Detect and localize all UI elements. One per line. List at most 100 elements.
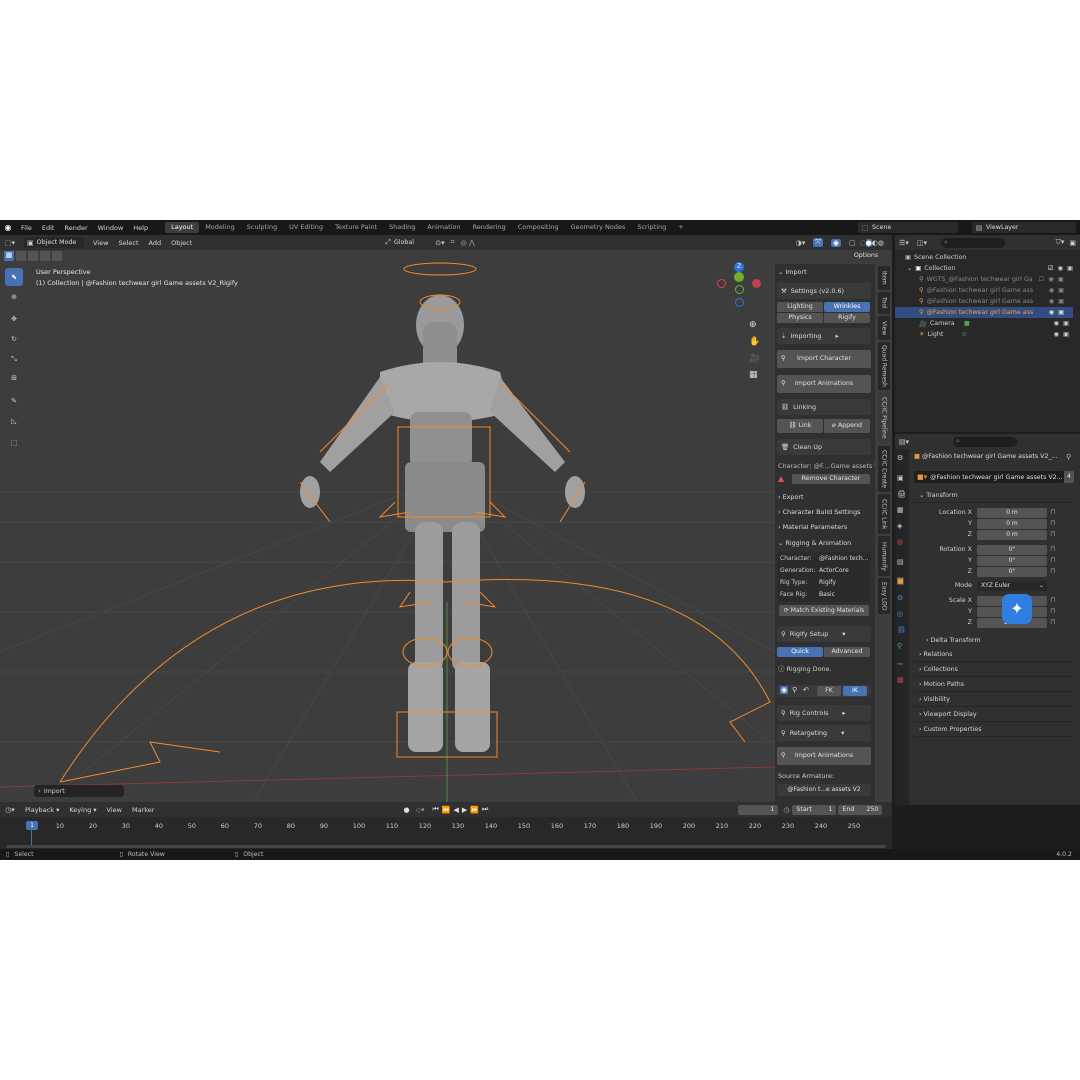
physics-props-icon[interactable]: ◎ bbox=[897, 610, 903, 618]
orientation-dropdown[interactable]: ⤢ Global bbox=[385, 237, 429, 248]
xray-icon[interactable]: ▢ bbox=[849, 239, 856, 247]
view-layer-selector[interactable]: ▤ ViewLayer bbox=[972, 222, 1076, 233]
view-layer-props-icon[interactable]: ▦ bbox=[897, 506, 904, 514]
shading-wireframe-icon[interactable]: ◌ bbox=[860, 239, 866, 247]
vtab-view[interactable]: View bbox=[878, 316, 890, 340]
gizmo-y-pos-axis[interactable] bbox=[734, 272, 744, 282]
user-count-badge[interactable]: 4 bbox=[1064, 471, 1074, 483]
relations-panel-header[interactable]: › Relations bbox=[913, 648, 1075, 662]
tab-wrinkles[interactable]: Wrinkles bbox=[824, 302, 870, 312]
location-y-field[interactable]: 0 m bbox=[977, 519, 1047, 529]
camera-view-icon[interactable]: 🎥 bbox=[749, 354, 760, 364]
advanced-tab[interactable]: Advanced bbox=[824, 647, 870, 657]
lock-icon[interactable]: ⊓ bbox=[1050, 596, 1055, 604]
outliner-search[interactable]: ⌕ bbox=[941, 237, 1005, 248]
gizmo-x-neg-axis[interactable] bbox=[752, 279, 761, 288]
gizmo-y-axis[interactable] bbox=[735, 285, 744, 294]
camera-restrict-icon[interactable]: ▣ bbox=[1058, 309, 1064, 316]
render-props-icon[interactable]: ▣ bbox=[897, 474, 904, 482]
rigify-setup-row[interactable]: ⚲ Rigify Setup ▾ bbox=[777, 626, 871, 642]
camera-restrict-icon[interactable]: ▣ bbox=[1063, 320, 1069, 327]
ortho-toggle-icon[interactable]: ▦ bbox=[749, 370, 758, 380]
rotation-x-field[interactable]: 0° bbox=[977, 545, 1047, 555]
lock-icon[interactable]: ⊓ bbox=[1050, 530, 1055, 538]
timeline-menu-keying[interactable]: Keying ▾ bbox=[64, 806, 101, 814]
jump-end-icon[interactable]: ⏭ bbox=[482, 805, 488, 814]
rotation-mode-dropdown[interactable]: XYZ Euler ⌄ bbox=[977, 581, 1047, 591]
outliner-item[interactable]: ☀ Light ⊙ ◉ ▣ bbox=[895, 329, 1073, 340]
lock-icon[interactable]: ⊓ bbox=[1050, 567, 1055, 575]
viewport-menu-add[interactable]: Add bbox=[144, 239, 167, 247]
retargeting-row[interactable]: ⚲ Retargeting ▾ bbox=[777, 725, 871, 741]
tab-geometry-nodes[interactable]: Geometry Nodes bbox=[565, 222, 632, 233]
filter-icon[interactable]: ⛉▾ bbox=[1056, 238, 1065, 247]
properties-search[interactable]: ⌕ bbox=[953, 436, 1017, 447]
blender-logo-icon[interactable]: ◉ bbox=[0, 223, 16, 232]
timeline-ruler[interactable]: 1 10 20 30 40 50 60 70 80 90 100 110 120 130 140 150 16… bbox=[0, 817, 892, 850]
outliner-item[interactable]: ⚲ WGTS_@Fashion techwear girl Ga ☐ ◉ ▣ bbox=[895, 274, 1073, 285]
clean-up-row[interactable]: 🗑 Clean Up bbox=[777, 439, 871, 455]
camera-restrict-icon[interactable]: ▣ bbox=[1063, 331, 1069, 338]
checkbox-icon[interactable]: ☑ bbox=[1048, 265, 1054, 272]
add-workspace-button[interactable]: + bbox=[672, 222, 689, 233]
match-materials-button[interactable]: ⟳ Match Existing Materials bbox=[779, 605, 869, 616]
prev-keyframe-icon[interactable]: ⏪ bbox=[442, 806, 451, 814]
collection-props-icon[interactable]: ▤ bbox=[897, 558, 904, 566]
vtab-cc-ic-pipeline[interactable]: CC/iC Pipeline bbox=[878, 392, 890, 444]
select-extend-icon[interactable] bbox=[16, 251, 26, 261]
select-invert-icon[interactable] bbox=[40, 251, 50, 261]
visibility-icon[interactable]: ◑▾ bbox=[796, 239, 806, 247]
collections-panel-header[interactable]: › Collections bbox=[913, 663, 1075, 677]
vtab-humanify[interactable]: Humanify bbox=[878, 536, 890, 576]
timeline-menu-marker[interactable]: Marker bbox=[127, 806, 159, 814]
cursor-tool-icon[interactable]: ⊕ bbox=[5, 288, 23, 306]
export-section-header[interactable]: › Export bbox=[778, 493, 804, 501]
outliner-item-selected[interactable]: ⚲ @Fashion techwear girl Game ass ◉ ▣ bbox=[895, 307, 1073, 318]
next-keyframe-icon[interactable]: ⏩ bbox=[470, 806, 479, 814]
proportional-edit-icon[interactable]: ◎ ⋀ bbox=[461, 239, 475, 247]
move-tool-icon[interactable]: ✥ bbox=[5, 310, 23, 328]
display-mode-icon[interactable]: ◫▾ bbox=[913, 239, 931, 247]
checkbox-icon[interactable]: ☐ bbox=[1039, 276, 1045, 283]
texture-props-icon[interactable]: ▩ bbox=[897, 676, 904, 684]
rigging-animation-header[interactable]: ⌄ Rigging & Animation bbox=[778, 539, 851, 547]
tab-layout[interactable]: Layout bbox=[165, 222, 200, 233]
vtab-easy-lod[interactable]: Easy LOD bbox=[878, 578, 890, 614]
pan-view-icon[interactable]: ✋ bbox=[749, 337, 760, 347]
keyframe-icon[interactable]: ◇▾ bbox=[416, 806, 425, 814]
lock-icon[interactable]: ⊓ bbox=[1050, 607, 1055, 615]
import-character-button[interactable]: ⚲ Import Character bbox=[777, 350, 871, 368]
menu-help[interactable]: Help bbox=[128, 224, 153, 232]
vtab-cc-ic-create[interactable]: CC/iC Create bbox=[878, 446, 890, 492]
modifier-props-icon[interactable]: ⚙ bbox=[897, 594, 903, 602]
linking-row[interactable]: ⛓ Linking bbox=[777, 399, 871, 415]
select-box-icon[interactable]: ▦ bbox=[4, 251, 14, 261]
tool-props-icon[interactable]: ⚙ bbox=[897, 454, 903, 462]
gizmo-x-axis[interactable] bbox=[717, 279, 726, 288]
eye-icon[interactable]: ◉ bbox=[1049, 298, 1055, 305]
annotate-tool-icon[interactable]: ✎ bbox=[5, 392, 23, 410]
outliner-item[interactable]: ⚲ @Fashion techwear girl Game ass ◉ ▣ bbox=[895, 285, 1073, 296]
menu-edit[interactable]: Edit bbox=[37, 224, 60, 232]
overlay-toggle-icon[interactable]: ◉ bbox=[830, 238, 841, 247]
tab-rendering[interactable]: Rendering bbox=[467, 222, 512, 233]
timeline-menu-view[interactable]: View bbox=[102, 806, 127, 814]
reset-icon[interactable]: ↶ bbox=[803, 686, 809, 694]
object-name-field[interactable]: ■▾ @Fashion techwear girl Game assets V2… bbox=[914, 471, 1064, 483]
lock-icon[interactable]: ⊓ bbox=[1050, 508, 1055, 516]
ik-button[interactable]: IK bbox=[843, 686, 867, 696]
tab-modeling[interactable]: Modeling bbox=[199, 222, 241, 233]
3d-viewport[interactable]: ⬚▾ ▣ Object Mode View Select Add Object … bbox=[0, 235, 892, 805]
last-operator-panel[interactable]: › Import bbox=[34, 785, 124, 797]
camera-restrict-icon[interactable]: ▣ bbox=[1058, 276, 1064, 283]
character-build-header[interactable]: › Character Build Settings bbox=[778, 508, 860, 516]
tab-texture-paint[interactable]: Texture Paint bbox=[329, 222, 383, 233]
outliner-editor-icon[interactable]: ☰▾ bbox=[895, 239, 913, 247]
play-reverse-icon[interactable]: ◀ bbox=[454, 806, 459, 814]
menu-window[interactable]: Window bbox=[93, 224, 129, 232]
lock-icon[interactable]: ⊓ bbox=[1050, 618, 1055, 626]
outliner-item[interactable]: ⚲ @Fashion techwear girl Game ass ◉ ▣ bbox=[895, 296, 1073, 307]
collection-row[interactable]: ⌄ ▣ Collection ☑ ◉ ▣ bbox=[895, 263, 1073, 274]
rotation-z-field[interactable]: 0° bbox=[977, 567, 1047, 577]
mode-dropdown[interactable]: ▣ Object Mode bbox=[24, 237, 84, 248]
